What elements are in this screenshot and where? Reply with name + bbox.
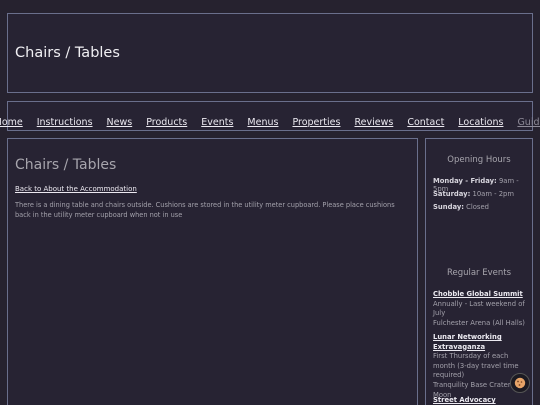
page-heading: Chairs / Tables bbox=[15, 157, 117, 173]
nav-properties[interactable]: Properties bbox=[292, 117, 340, 128]
nav-contact[interactable]: Contact bbox=[407, 117, 444, 128]
cookie-button[interactable] bbox=[510, 373, 530, 393]
nav-guide[interactable]: Guide bbox=[517, 117, 540, 128]
nav-menus[interactable]: Menus bbox=[247, 117, 278, 128]
opening-hours-title: Opening Hours bbox=[447, 155, 511, 165]
main-navigation: Home Instructions News Products Events M… bbox=[0, 101, 540, 131]
nav-locations[interactable]: Locations bbox=[458, 117, 503, 128]
event-item: Street Advocacy Sessions bbox=[433, 396, 529, 405]
nav-reviews[interactable]: Reviews bbox=[354, 117, 393, 128]
sidebar: Opening Hours Monday - Friday: 9am - 5pm… bbox=[425, 138, 533, 405]
hours-row: Sunday: Closed bbox=[433, 203, 489, 211]
nav-events[interactable]: Events bbox=[201, 117, 233, 128]
cookie-icon bbox=[514, 377, 526, 389]
page-body-text: There is a dining table and chairs outsi… bbox=[15, 201, 395, 219]
event-location: Fulchester Arena (All Halls) bbox=[433, 318, 525, 327]
hours-day: Monday - Friday: bbox=[433, 177, 497, 185]
nav-news[interactable]: News bbox=[107, 117, 133, 128]
regular-events-title: Regular Events bbox=[446, 268, 512, 278]
nav-list: Home Instructions News Products Events M… bbox=[0, 110, 540, 129]
event-name-link[interactable]: Lunar Networking Extravaganza bbox=[433, 333, 529, 352]
hours-day: Sunday: bbox=[433, 203, 464, 211]
nav-instructions[interactable]: Instructions bbox=[37, 117, 93, 128]
site-header: Chairs / Tables bbox=[7, 13, 533, 93]
event-schedule: Annually - Last weekend of July bbox=[433, 299, 525, 318]
site-title: Chairs / Tables bbox=[15, 45, 120, 61]
event-item: Chobble Global Summit Annually - Last we… bbox=[433, 290, 529, 328]
nav-home[interactable]: Home bbox=[0, 117, 23, 128]
hours-day: Saturday: bbox=[433, 190, 471, 198]
nav-products[interactable]: Products bbox=[146, 117, 187, 128]
main-content: Chairs / Tables Back to About the Accomm… bbox=[7, 138, 418, 405]
back-link[interactable]: Back to About the Accommodation bbox=[15, 185, 137, 193]
event-name-link[interactable]: Street Advocacy Sessions bbox=[433, 396, 529, 405]
hours-time: Closed bbox=[466, 203, 489, 211]
hours-row: Saturday: 10am - 2pm bbox=[433, 190, 514, 198]
event-name-link[interactable]: Chobble Global Summit bbox=[433, 290, 529, 300]
hours-time: 10am - 2pm bbox=[472, 190, 514, 198]
